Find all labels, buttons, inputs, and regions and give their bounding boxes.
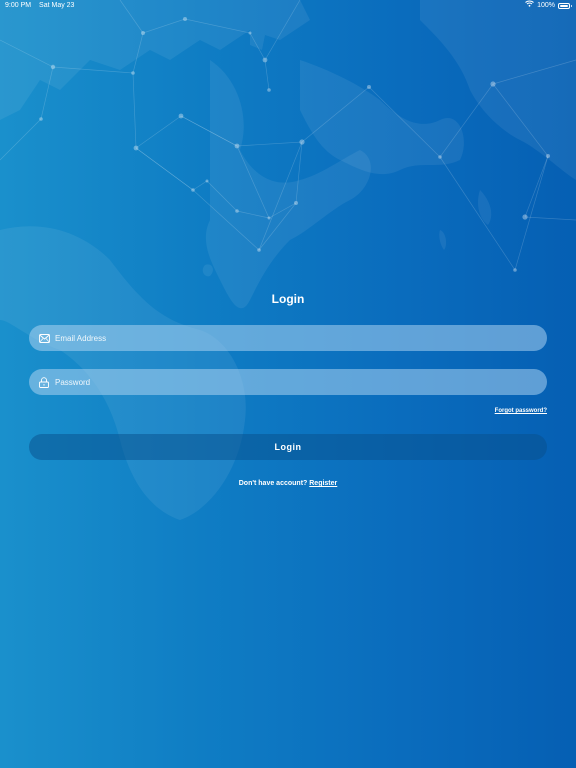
status-date: Sat May 23	[39, 2, 75, 9]
register-link[interactable]: Register	[309, 480, 337, 487]
status-left: 9:00 PM Sat May 23	[5, 0, 80, 12]
password-input[interactable]	[55, 377, 547, 387]
status-right: 100%	[525, 0, 572, 12]
email-field[interactable]	[29, 325, 547, 351]
email-input[interactable]	[55, 333, 547, 343]
lock-icon	[38, 376, 50, 388]
battery-level	[560, 5, 568, 7]
register-row: Don't have account? Register	[0, 480, 576, 487]
login-button[interactable]: Login	[29, 434, 547, 460]
forgot-password-link[interactable]: Forgot password?	[495, 408, 547, 414]
envelope-icon	[38, 332, 50, 344]
battery-icon	[558, 3, 572, 9]
login-screen: 9:00 PM Sat May 23 100% Login Email Addr…	[0, 0, 576, 768]
no-account-text: Don't have account?	[238, 480, 308, 487]
status-bar: 9:00 PM Sat May 23 100%	[0, 0, 576, 12]
wifi-icon	[525, 0, 534, 12]
page-title: Login	[271, 292, 305, 306]
status-time: 9:00 PM	[5, 2, 32, 9]
password-field[interactable]	[29, 369, 547, 395]
battery-percentage: 100%	[537, 2, 555, 9]
